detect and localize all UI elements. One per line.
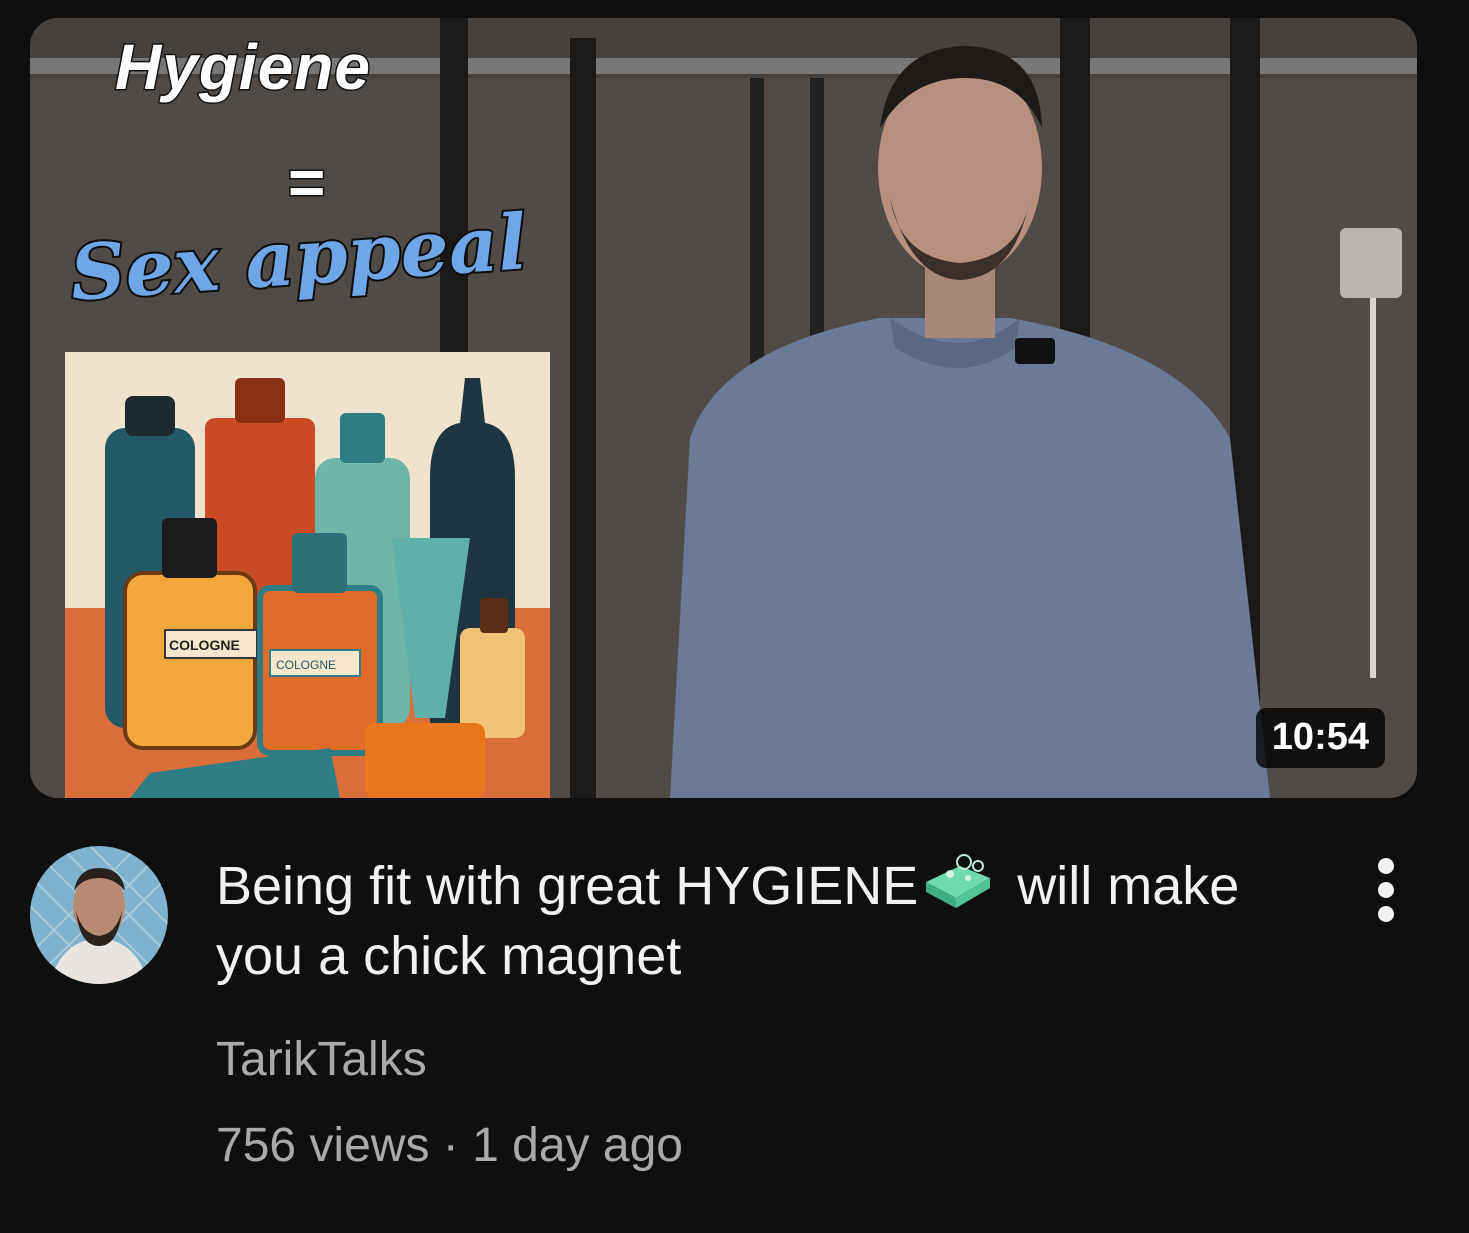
thumbnail-overlay-title: Hygiene [114,30,372,105]
view-count: 756 views [216,1119,430,1172]
thumbnail-scene: COLOGNE COLOGNE [30,18,1417,798]
more-vert-icon [1378,858,1394,874]
avatar-image [30,846,168,984]
more-vert-icon-dot [1378,882,1394,898]
video-title[interactable]: Being fit with great HYGIENE will make y… [216,852,1276,987]
more-vert-icon-dot [1378,906,1394,922]
channel-avatar[interactable] [30,846,168,984]
video-metadata: 756 views · 1 day ago [216,1116,683,1176]
channel-name[interactable]: TarikTalks [216,1030,427,1090]
soap-icon [920,852,994,925]
bottle-label-2: COLOGNE [276,658,336,672]
duration-badge: 10:54 [1255,708,1385,768]
video-title-part1: Being fit with great HYGIENE [216,856,919,916]
more-options-button[interactable] [1356,852,1416,928]
meta-separator: · [442,1119,459,1172]
video-thumbnail[interactable]: COLOGNE COLOGNE Hygiene = Sex appeal 10:… [30,18,1417,798]
bottle-label-1: COLOGNE [169,637,240,653]
upload-age: 1 day ago [472,1119,683,1172]
thumbnail-overlay-equals: = [286,146,326,218]
